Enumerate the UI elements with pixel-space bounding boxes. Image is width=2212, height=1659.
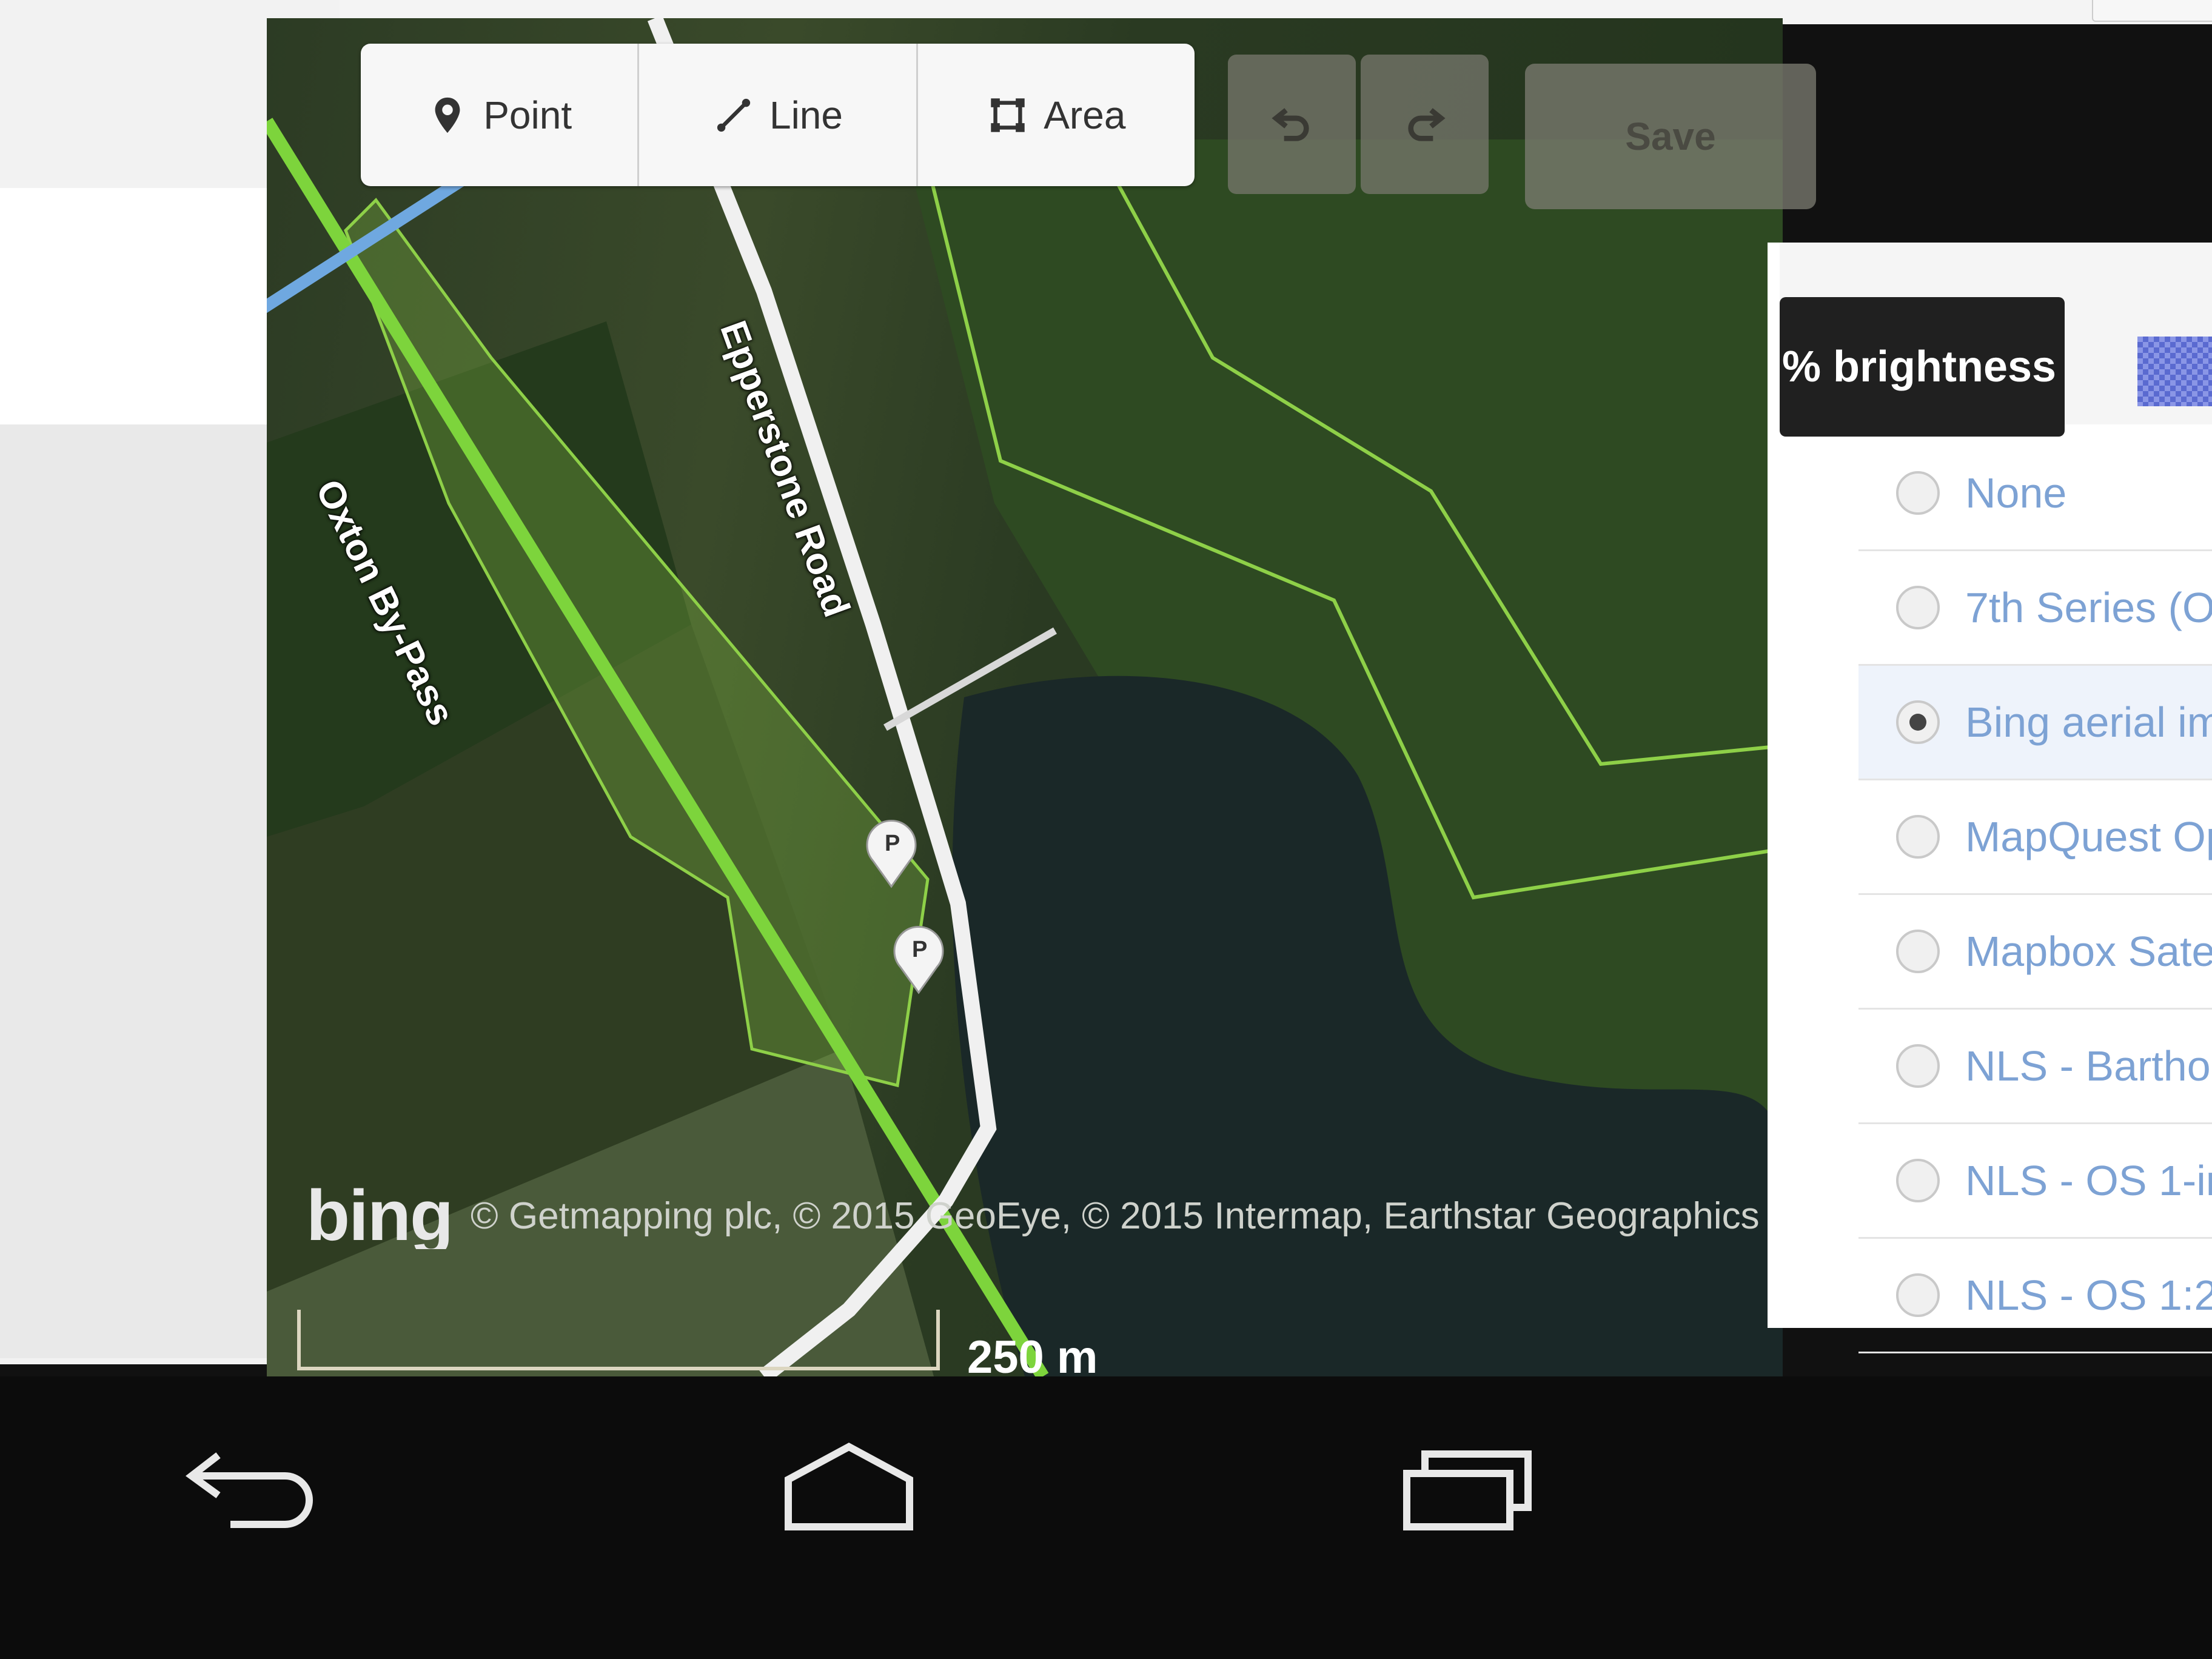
attribution-text: © Getmapping plc, © 2015 GeoEye, © 2015 … — [471, 1195, 1760, 1237]
undo-redo-group — [1228, 55, 1489, 194]
undo-button[interactable] — [1228, 55, 1356, 194]
layer-option-nls-os-1-inch[interactable]: NLS - OS 1-in — [1858, 1124, 2212, 1239]
point-marker-icon — [435, 97, 460, 133]
add-point-button[interactable]: Point — [361, 44, 640, 186]
radio-button[interactable] — [1896, 1159, 1940, 1202]
scale-bar — [297, 1310, 940, 1370]
layer-label: 7th Series (O — [1965, 584, 2212, 631]
layer-label: Bing aerial im — [1965, 699, 2212, 746]
back-icon — [185, 1452, 313, 1528]
layer-option-mapquest[interactable]: MapQuest Op — [1858, 780, 2212, 895]
add-area-button[interactable]: Area — [918, 44, 1195, 186]
layer-label: NLS - OS 1:25 — [1965, 1272, 2212, 1319]
radio-button-selected[interactable] — [1896, 700, 1940, 744]
recents-button[interactable] — [1389, 1425, 1546, 1546]
layer-label: MapQuest Op — [1965, 813, 2212, 860]
layer-option-nls-os-1-25k[interactable]: NLS - OS 1:25 — [1858, 1239, 2212, 1353]
radio-button[interactable] — [1896, 1044, 1940, 1088]
recents-icon — [1403, 1450, 1532, 1530]
background-layer-list: None 7th Series (O Bing aerial im MapQue… — [1858, 437, 2212, 1353]
layer-option-7th-series[interactable]: 7th Series (O — [1858, 551, 2212, 666]
brightness-tooltip: % brightness — [1780, 297, 2065, 437]
point-label: Point — [483, 93, 572, 137]
pin-label: P — [885, 831, 900, 856]
map-features — [267, 18, 1783, 1376]
layer-label: None — [1965, 469, 2067, 517]
opacity-swatch[interactable] — [2137, 337, 2212, 406]
add-line-button[interactable]: Line — [639, 44, 918, 186]
redo-button[interactable] — [1361, 55, 1489, 194]
area-icon — [991, 98, 1025, 132]
line-label: Line — [769, 93, 843, 137]
layer-option-nls-bartholomew[interactable]: NLS - Bartho — [1858, 1010, 2212, 1124]
radio-button[interactable] — [1896, 930, 1940, 973]
radio-button[interactable] — [1896, 586, 1940, 629]
map-attribution: bing © Getmapping plc, © 2015 GeoEye, © … — [306, 1182, 1768, 1249]
home-icon — [785, 1443, 913, 1530]
undo-icon — [1271, 108, 1309, 141]
map-canvas[interactable] — [267, 18, 1783, 1376]
top-right-control[interactable] — [2092, 0, 2212, 22]
back-button[interactable] — [176, 1425, 333, 1546]
layer-label: NLS - OS 1-in — [1965, 1157, 2212, 1204]
radio-button[interactable] — [1896, 471, 1940, 515]
parking-pin[interactable]: P — [891, 925, 946, 994]
radio-button[interactable] — [1896, 1273, 1940, 1317]
parking-pin[interactable]: P — [864, 819, 919, 888]
radio-button[interactable] — [1896, 815, 1940, 859]
scale-label: 250 m — [967, 1332, 1098, 1383]
save-button[interactable]: Save — [1525, 64, 1816, 209]
redo-icon — [1407, 108, 1446, 141]
layer-label: NLS - Bartho — [1965, 1042, 2211, 1090]
draw-toolbar: Point Line Area — [361, 44, 1195, 186]
pin-label: P — [912, 937, 928, 962]
area-label: Area — [1044, 93, 1126, 137]
layer-label: Mapbox Sate — [1965, 928, 2212, 975]
layer-option-bing-aerial[interactable]: Bing aerial im — [1858, 666, 2212, 780]
line-icon — [717, 98, 751, 132]
layer-option-mapbox-satellite[interactable]: Mapbox Sate — [1858, 895, 2212, 1010]
bing-logo: bing — [306, 1182, 454, 1249]
layer-option-none[interactable]: None — [1858, 437, 2212, 551]
home-button[interactable] — [770, 1425, 928, 1546]
